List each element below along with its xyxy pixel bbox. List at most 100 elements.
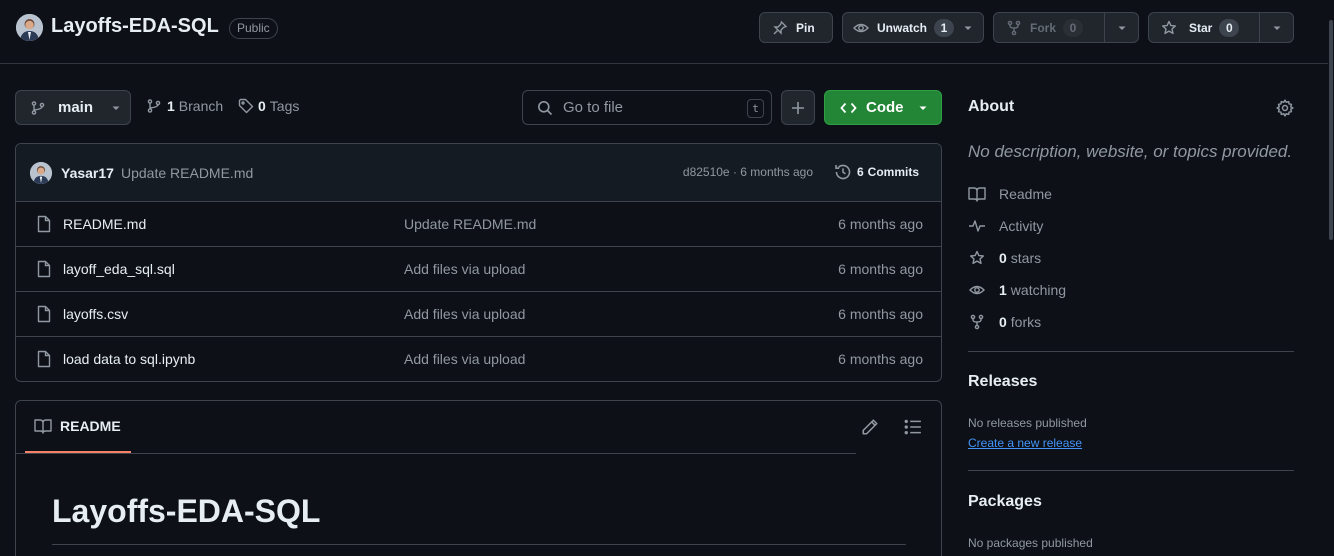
file-name-link[interactable]: README.md (63, 216, 146, 232)
fork-label: Fork (1030, 20, 1057, 35)
branch-select-button[interactable]: main (15, 90, 131, 125)
sidebar-item-activity[interactable]: Activity (968, 218, 1043, 234)
add-file-button[interactable] (781, 90, 815, 125)
sidebar-item-stars[interactable]: 0 stars (968, 250, 1041, 266)
code-button[interactable]: Code (824, 90, 942, 125)
pin-icon (772, 20, 788, 36)
stars-count: 0 (999, 250, 1007, 266)
packages-heading[interactable]: Packages (968, 493, 1042, 511)
repo-name-link[interactable]: Layoffs-EDA-SQL (51, 15, 219, 38)
file-commit-message[interactable]: Update README.md (404, 216, 536, 232)
history-icon (834, 163, 852, 181)
star-dropdown[interactable] (1259, 13, 1293, 42)
owner-avatar[interactable] (16, 14, 43, 41)
eye-icon (853, 20, 869, 36)
search-placeholder: Go to file (563, 99, 624, 116)
readme-panel: README Layoffs-EDA-SQL (15, 400, 942, 556)
pin-label: Pin (796, 20, 815, 35)
releases-empty-text: No releases published (968, 416, 1087, 430)
file-commit-time: 6 months ago (838, 351, 923, 367)
chevron-down-icon (918, 103, 928, 113)
outline-list-icon[interactable] (904, 418, 922, 436)
pin-button[interactable]: Pin (759, 12, 833, 43)
latest-commit-bar: Yasar17 Update README.md d82510e · 6 mon… (16, 144, 941, 202)
chevron-down-icon (1118, 26, 1125, 30)
branch-icon (146, 98, 162, 114)
plus-icon (790, 100, 806, 116)
file-icon (36, 260, 52, 278)
file-name-link[interactable]: load data to sql.ipynb (63, 351, 195, 367)
fork-dropdown[interactable] (1104, 13, 1138, 42)
file-name-link[interactable]: layoffs.csv (63, 306, 128, 322)
readme-link-label: Readme (999, 186, 1052, 202)
file-icon (36, 215, 52, 233)
file-browser: Yasar17 Update README.md d82510e · 6 mon… (15, 143, 942, 382)
unwatch-label: Unwatch (877, 20, 928, 35)
commits-label: Commits (867, 165, 919, 179)
star-icon (1161, 20, 1177, 36)
file-row[interactable]: load data to sql.ipynb Add files via upl… (16, 337, 941, 381)
fork-counter: 0 (1063, 18, 1084, 37)
eye-icon (968, 282, 986, 298)
chevron-down-icon[interactable] (963, 23, 973, 33)
pulse-icon (968, 218, 986, 234)
star-icon (968, 250, 986, 266)
keyboard-shortcut-hint: t (747, 99, 764, 118)
file-commit-time: 6 months ago (838, 216, 923, 232)
releases-heading[interactable]: Releases (968, 373, 1037, 391)
file-commit-time: 6 months ago (838, 306, 923, 322)
avatar[interactable] (30, 162, 52, 184)
activity-link-label: Activity (999, 218, 1044, 234)
scrollbar-thumb[interactable] (1329, 20, 1333, 240)
file-commit-message[interactable]: Add files via upload (404, 306, 525, 322)
file-commit-message[interactable]: Add files via upload (404, 261, 525, 277)
star-label: Star (1189, 20, 1213, 35)
code-icon (840, 100, 857, 116)
fork-button[interactable]: Fork 0 (993, 12, 1139, 43)
tag-icon (238, 98, 254, 114)
pencil-icon[interactable] (861, 418, 879, 436)
sidebar-item-watching[interactable]: 1 watching (968, 282, 1066, 298)
file-row[interactable]: layoffs.csv Add files via upload 6 month… (16, 292, 941, 337)
book-icon (34, 418, 52, 434)
file-row[interactable]: README.md Update README.md 6 months ago (16, 202, 941, 247)
watching-label: watching (1010, 282, 1067, 298)
file-icon (36, 350, 52, 368)
book-icon (968, 186, 986, 202)
tags-link[interactable]: 0 Tags (238, 98, 299, 114)
commit-hash-time[interactable]: d82510e · 6 months ago (683, 165, 813, 179)
sidebar-divider (968, 470, 1294, 471)
branch-icon (30, 100, 46, 116)
gear-icon[interactable] (1276, 99, 1294, 117)
branch-label: Branch (178, 98, 224, 114)
commits-history-link[interactable]: 6 Commits (834, 163, 919, 181)
search-icon (537, 100, 553, 116)
stars-label: stars (1010, 250, 1042, 266)
code-label: Code (866, 99, 904, 116)
chevron-down-icon (111, 103, 121, 113)
commit-author-link[interactable]: Yasar17 (61, 165, 114, 181)
star-button[interactable]: Star 0 (1148, 12, 1294, 43)
forks-count: 0 (999, 314, 1007, 330)
readme-divider (16, 453, 856, 454)
sidebar-item-readme[interactable]: Readme (968, 186, 1052, 202)
tab-readme[interactable]: README (25, 401, 131, 453)
file-commit-message[interactable]: Add files via upload (404, 351, 525, 367)
watch-counter: 1 (934, 18, 955, 37)
sidebar-divider (968, 351, 1294, 352)
about-heading: About (968, 98, 1015, 115)
file-icon (36, 305, 52, 323)
fork-icon (1006, 20, 1022, 36)
go-to-file-input[interactable]: Go to file t (522, 90, 772, 125)
file-row[interactable]: layoff_eda_sql.sql Add files via upload … (16, 247, 941, 292)
sidebar-item-forks[interactable]: 0 forks (968, 314, 1041, 330)
watching-count: 1 (999, 282, 1007, 298)
commit-message-link[interactable]: Update README.md (121, 165, 253, 181)
tag-label: Tags (269, 98, 300, 114)
unwatch-button[interactable]: Unwatch 1 (842, 12, 984, 43)
create-release-link[interactable]: Create a new release (968, 436, 1082, 450)
readme-heading: Layoffs-EDA-SQL (52, 493, 321, 529)
branches-link[interactable]: 1 Branch (146, 98, 223, 114)
branch-name: main (58, 99, 94, 116)
file-name-link[interactable]: layoff_eda_sql.sql (63, 261, 175, 277)
